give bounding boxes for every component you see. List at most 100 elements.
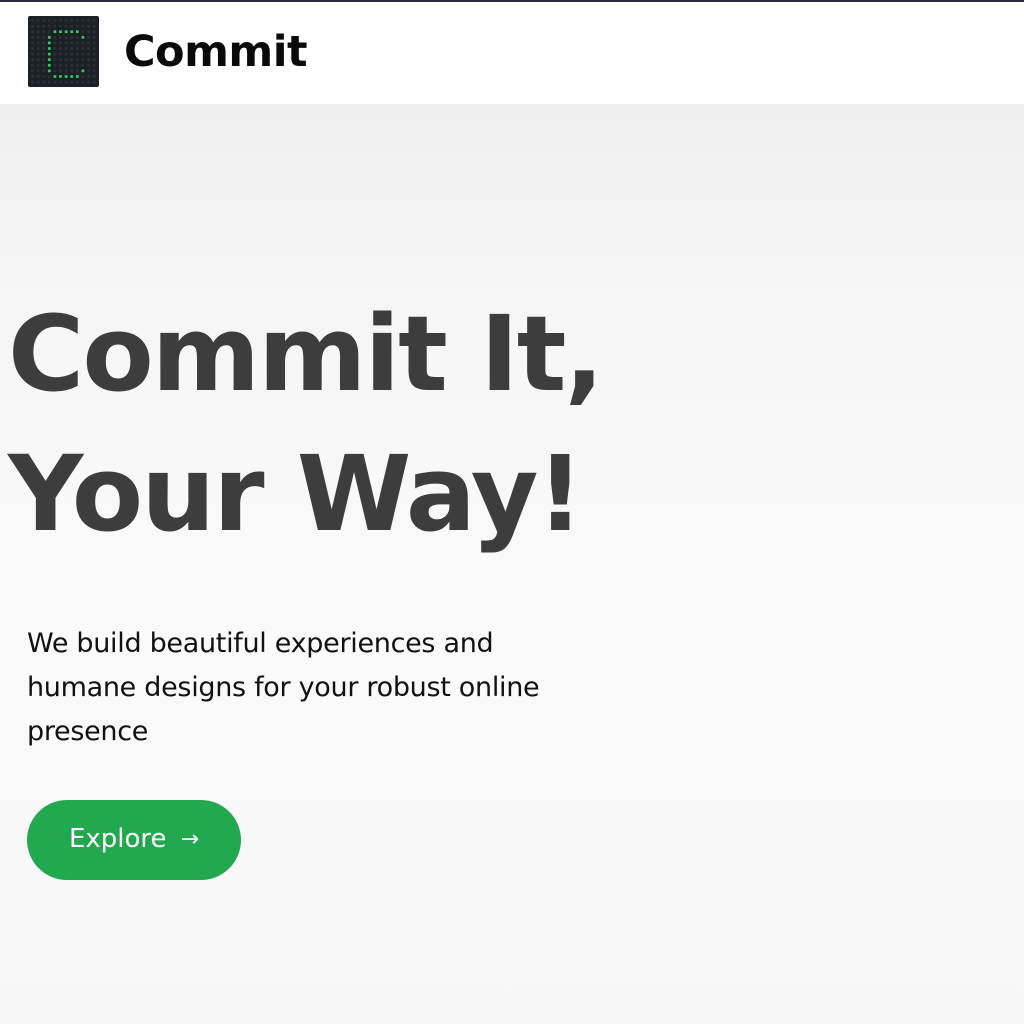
logo-dot [70, 41, 74, 45]
commit-logo-icon[interactable] [28, 16, 99, 87]
logo-dot [31, 58, 34, 62]
logo-dot [81, 75, 85, 78]
logo-dot-lit [75, 30, 79, 34]
logo-dot [59, 69, 62, 73]
logo-dot [64, 41, 68, 45]
logo-dot [36, 58, 40, 62]
logo-dot-lit [47, 47, 51, 50]
logo-dot [92, 80, 96, 84]
logo-dot [36, 75, 40, 78]
logo-dot [31, 75, 34, 78]
logo-dot [87, 63, 90, 67]
logo-dot [42, 75, 46, 78]
hero-title: Commit It, Your Way! [8, 284, 604, 564]
logo-dot-lit [70, 30, 74, 34]
logo-dot [70, 24, 74, 28]
logo-dot [87, 35, 90, 39]
hero-title-line-1: Commit It, [8, 293, 604, 415]
logo-dot-lit [53, 75, 57, 78]
logo-dot [75, 24, 79, 28]
logo-dot-lit [47, 63, 51, 67]
logo-dot [31, 80, 34, 84]
logo-dot [81, 52, 85, 56]
logo-dot-lit [47, 58, 51, 62]
logo-dot [70, 19, 74, 22]
logo-dot-lit [64, 75, 68, 78]
logo-dot [64, 24, 68, 28]
logo-dot [36, 47, 40, 50]
logo-dot [53, 58, 57, 62]
logo-dot [92, 63, 96, 67]
logo-dot [70, 63, 74, 67]
logo-dot-lit [70, 75, 74, 78]
logo-dot [59, 52, 62, 56]
logo-dot [36, 30, 40, 34]
logo-dot [75, 52, 79, 56]
logo-dot [92, 52, 96, 56]
logo-dot [31, 69, 34, 73]
explore-button-label: Explore [68, 824, 167, 854]
logo-dot-lit [59, 30, 62, 34]
logo-dot [53, 47, 57, 50]
explore-button[interactable]: Explore → [27, 800, 241, 880]
logo-dot [53, 19, 57, 22]
logo-dot [53, 63, 57, 67]
logo-dot [42, 41, 46, 45]
logo-dot [59, 47, 62, 50]
logo-dot [64, 63, 68, 67]
arrow-right-icon: → [180, 826, 199, 852]
logo-dot [92, 69, 96, 73]
logo-dot [42, 80, 46, 84]
logo-dot [59, 41, 62, 45]
logo-dot-matrix [31, 19, 96, 84]
logo-dot [70, 58, 74, 62]
brand-name[interactable]: Commit [124, 24, 308, 80]
logo-dot [42, 63, 46, 67]
logo-dot [87, 80, 90, 84]
logo-dot [59, 24, 62, 28]
logo-dot [87, 41, 90, 45]
logo-dot [47, 80, 51, 84]
logo-dot [70, 47, 74, 50]
logo-dot [53, 24, 57, 28]
logo-dot [36, 24, 40, 28]
logo-dot [59, 63, 62, 67]
logo-dot [42, 35, 46, 39]
logo-dot [64, 19, 68, 22]
logo-dot-lit [64, 30, 68, 34]
logo-dot [81, 41, 85, 45]
logo-dot [53, 52, 57, 56]
logo-dot-lit [47, 52, 51, 56]
hero-title-line-2: Your Way! [8, 433, 584, 555]
logo-dot [87, 19, 90, 22]
logo-dot [36, 52, 40, 56]
logo-dot [53, 80, 57, 84]
logo-dot [31, 63, 34, 67]
logo-dot [59, 58, 62, 62]
logo-dot-lit [47, 35, 51, 39]
logo-dot [81, 24, 85, 28]
logo-dot [81, 58, 85, 62]
logo-dot [92, 75, 96, 78]
logo-dot [59, 19, 62, 22]
logo-dot [36, 63, 40, 67]
logo-dot-lit [47, 41, 51, 45]
logo-dot [36, 80, 40, 84]
logo-dot [87, 47, 90, 50]
logo-dot-lit [59, 75, 62, 78]
logo-dot-lit [81, 69, 85, 73]
logo-dot [75, 63, 79, 67]
logo-dot [81, 19, 85, 22]
logo-dot [75, 47, 79, 50]
logo-dot [31, 19, 34, 22]
logo-dot [64, 80, 68, 84]
logo-dot-lit [81, 35, 85, 39]
logo-dot [31, 35, 34, 39]
logo-dot [64, 69, 68, 73]
logo-dot [87, 52, 90, 56]
logo-dot [92, 58, 96, 62]
logo-dot [70, 80, 74, 84]
logo-dot [92, 30, 96, 34]
site-header: Commit [0, 2, 1024, 104]
logo-dot [42, 19, 46, 22]
